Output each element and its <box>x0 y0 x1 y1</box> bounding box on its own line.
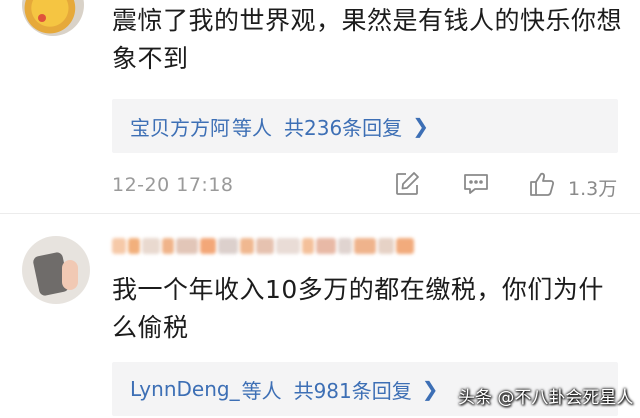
reply-count[interactable]: 共236条回复 <box>284 112 402 141</box>
user-avatar[interactable] <box>22 0 84 36</box>
reply-users-suffix: 等人 <box>232 115 272 140</box>
comment-text: 我一个年收入10多万的都在缴税，你们为什么偷税 <box>112 275 604 342</box>
reply-user-names[interactable]: LynnDeng_ <box>130 377 240 401</box>
like-count: 1.3万 <box>568 178 618 200</box>
blurred-username[interactable] <box>112 232 414 260</box>
user-avatar[interactable] <box>22 236 90 304</box>
comment-icon[interactable] <box>462 170 494 202</box>
comment-divider <box>0 213 640 214</box>
replies-summary[interactable]: 宝贝方方阿 等人 共236条回复 ❯ <box>112 99 618 153</box>
avatar-cheek <box>38 14 46 22</box>
edit-icon[interactable] <box>393 170 425 202</box>
reply-user-names[interactable]: 宝贝方方阿 <box>130 112 230 141</box>
comment-timestamp: 12-20 17:18 <box>112 174 234 196</box>
avatar-hand <box>62 260 78 290</box>
chevron-right-icon[interactable]: ❯ <box>422 377 439 401</box>
watermark: 头条 @不八卦会死星人 <box>458 388 634 408</box>
comment-actions-row: 12-20 17:18 1.3万 <box>112 168 622 204</box>
chevron-right-icon[interactable]: ❯ <box>412 114 429 138</box>
reply-count[interactable]: 共981条回复 <box>294 375 412 404</box>
comment-text: 震惊了我的世界观，果然是有钱人的快乐你想象不到 <box>112 6 623 73</box>
reply-users-suffix: 等人 <box>241 378 282 403</box>
thumbs-up-icon[interactable] <box>528 170 560 202</box>
